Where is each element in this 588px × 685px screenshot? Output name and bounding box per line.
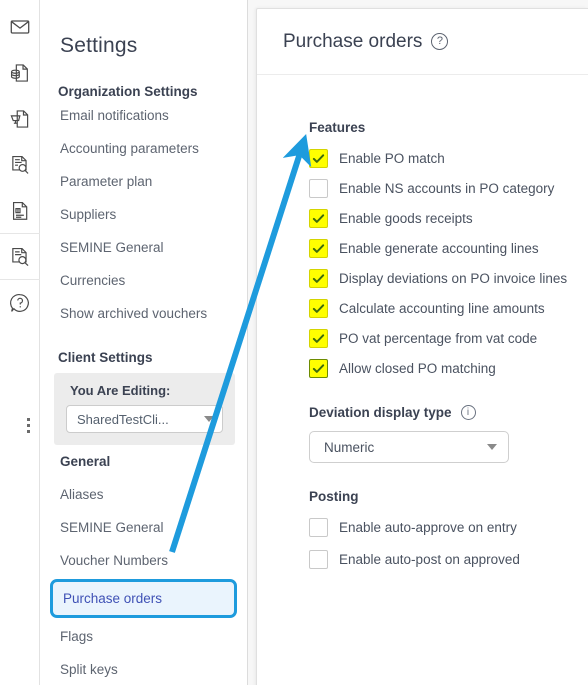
- chevron-down-icon: [204, 416, 214, 422]
- checkbox-enable-auto-approve-on-entry[interactable]: [309, 517, 328, 537]
- question-mark-circle-icon[interactable]: ?: [431, 33, 449, 50]
- checkbox-row-enable-ns-accounts[interactable]: Enable NS accounts in PO category: [309, 173, 588, 203]
- checkbox-row-enable-goods-receipts[interactable]: Enable goods receipts: [309, 203, 588, 233]
- sidebar-item-general[interactable]: General: [40, 445, 247, 478]
- checkbox-label: Enable auto-post on approved: [339, 551, 520, 567]
- document-cart-icon[interactable]: [0, 96, 40, 142]
- sidebar-item-voucher-numbers[interactable]: Voucher Numbers: [40, 544, 247, 577]
- content-header: Purchase orders ?: [257, 9, 588, 75]
- help-circle-icon[interactable]: [0, 280, 40, 326]
- checkbox-label: PO vat percentage from vat code: [339, 330, 538, 346]
- document-search-icon[interactable]: [0, 142, 40, 188]
- checkbox-label: Calculate accounting line amounts: [339, 300, 545, 316]
- checkbox-row-enable-generate-accounting-lines[interactable]: Enable generate accounting lines: [309, 233, 588, 263]
- drag-handle-dots[interactable]: [27, 418, 30, 433]
- sidebar-item-purchase-orders[interactable]: Purchase orders: [50, 579, 237, 618]
- sidebar-item-show-archived-vouchers[interactable]: Show archived vouchers: [40, 297, 247, 330]
- sidebar-item-parameter-plan[interactable]: Parameter plan: [40, 165, 247, 198]
- checkbox-enable-generate-accounting-lines[interactable]: [309, 238, 328, 258]
- app-root: Settings Organization Settings Email not…: [0, 0, 588, 685]
- checkbox-label: Allow closed PO matching: [339, 360, 496, 376]
- checkbox-label: Enable NS accounts in PO category: [339, 180, 555, 196]
- checkbox-enable-auto-post-on-approved[interactable]: [309, 549, 328, 569]
- sidebar-item-currencies[interactable]: Currencies: [40, 264, 247, 297]
- checkbox-row-enable-auto-post-on-approved[interactable]: Enable auto-post on approved: [309, 543, 588, 575]
- editing-client-value: SharedTestCli...: [77, 411, 169, 427]
- checkbox-calculate-accounting-line-amounts[interactable]: [309, 298, 328, 318]
- sidebar-title: Settings: [60, 34, 138, 57]
- editing-client-select[interactable]: SharedTestCli...: [66, 405, 223, 433]
- sidebar-item-semine-general[interactable]: SEMINE General: [40, 231, 247, 264]
- sidebar-item-split-keys[interactable]: Split keys: [40, 653, 247, 685]
- checkbox-row-calculate-accounting-line-amounts[interactable]: Calculate accounting line amounts: [309, 293, 588, 323]
- checkbox-row-po-vat-percentage[interactable]: PO vat percentage from vat code: [309, 323, 588, 353]
- deviation-display-type-label: Deviation display type: [309, 405, 452, 420]
- checkbox-enable-ns-accounts-in-po-category[interactable]: [309, 178, 328, 198]
- posting-section-label: Posting: [309, 489, 359, 504]
- deviation-display-type-row: Deviation display type i: [309, 405, 588, 420]
- checkbox-enable-po-match[interactable]: [309, 148, 328, 168]
- client-settings-list: Aliases SEMINE General Voucher Numbers P…: [40, 478, 247, 685]
- deviation-display-type-select[interactable]: Numeric: [309, 431, 509, 463]
- info-circle-icon[interactable]: i: [460, 405, 476, 420]
- checkbox-row-display-deviations[interactable]: Display deviations on PO invoice lines: [309, 263, 588, 293]
- chevron-down-icon: [487, 444, 497, 450]
- features-section-label: Features: [309, 120, 366, 135]
- checkbox-allow-closed-po-matching[interactable]: [309, 358, 328, 378]
- checkbox-label: Enable goods receipts: [339, 210, 473, 226]
- organization-settings-list: Email notifications Accounting parameter…: [40, 99, 247, 330]
- sidebar-item-flags[interactable]: Flags: [40, 620, 247, 653]
- deviation-display-type-value: Numeric: [324, 439, 375, 455]
- sidebar-item-semine-general-client[interactable]: SEMINE General: [40, 511, 247, 544]
- checkbox-label: Enable PO match: [339, 150, 445, 166]
- editing-client-box: You Are Editing: SharedTestCli...: [54, 373, 235, 445]
- page-title: Purchase orders: [283, 30, 423, 52]
- checkbox-enable-goods-receipts[interactable]: [309, 208, 328, 228]
- settings-sidebar: Settings Organization Settings Email not…: [40, 0, 248, 685]
- left-icon-rail: [0, 0, 40, 685]
- organization-settings-heading: Organization Settings: [58, 84, 198, 99]
- features-checkbox-list: Enable PO match Enable NS accounts in PO…: [309, 143, 588, 383]
- sidebar-item-suppliers[interactable]: Suppliers: [40, 198, 247, 231]
- checkbox-label: Display deviations on PO invoice lines: [339, 270, 568, 286]
- document-stack-icon[interactable]: [0, 50, 40, 96]
- checkbox-row-enable-auto-approve-on-entry[interactable]: Enable auto-approve on entry: [309, 511, 588, 543]
- content-body: Features Enable PO match Enable NS accou…: [257, 75, 588, 575]
- client-settings-heading: Client Settings: [58, 350, 153, 365]
- checkbox-po-vat-percentage-from-vat-code[interactable]: [309, 328, 328, 348]
- checkbox-row-enable-po-match[interactable]: Enable PO match: [309, 143, 588, 173]
- invoice-icon[interactable]: [0, 188, 40, 234]
- checkbox-label: Enable generate accounting lines: [339, 240, 539, 256]
- main-content-card: Purchase orders ? Features Enable PO mat…: [256, 8, 588, 685]
- checkbox-label: Enable auto-approve on entry: [339, 519, 517, 535]
- sidebar-item-accounting-parameters[interactable]: Accounting parameters: [40, 132, 247, 165]
- document-search-alt-icon[interactable]: [0, 234, 40, 280]
- checkbox-row-allow-closed-po-matching[interactable]: Allow closed PO matching: [309, 353, 588, 383]
- checkbox-display-deviations-on-po-invoice-lines[interactable]: [309, 268, 328, 288]
- editing-client-label: You Are Editing:: [70, 383, 171, 398]
- posting-checkbox-list: Enable auto-approve on entry Enable auto…: [309, 511, 588, 575]
- sidebar-item-aliases[interactable]: Aliases: [40, 478, 247, 511]
- sidebar-item-email-notifications[interactable]: Email notifications: [40, 99, 247, 132]
- mail-icon[interactable]: [0, 4, 40, 50]
